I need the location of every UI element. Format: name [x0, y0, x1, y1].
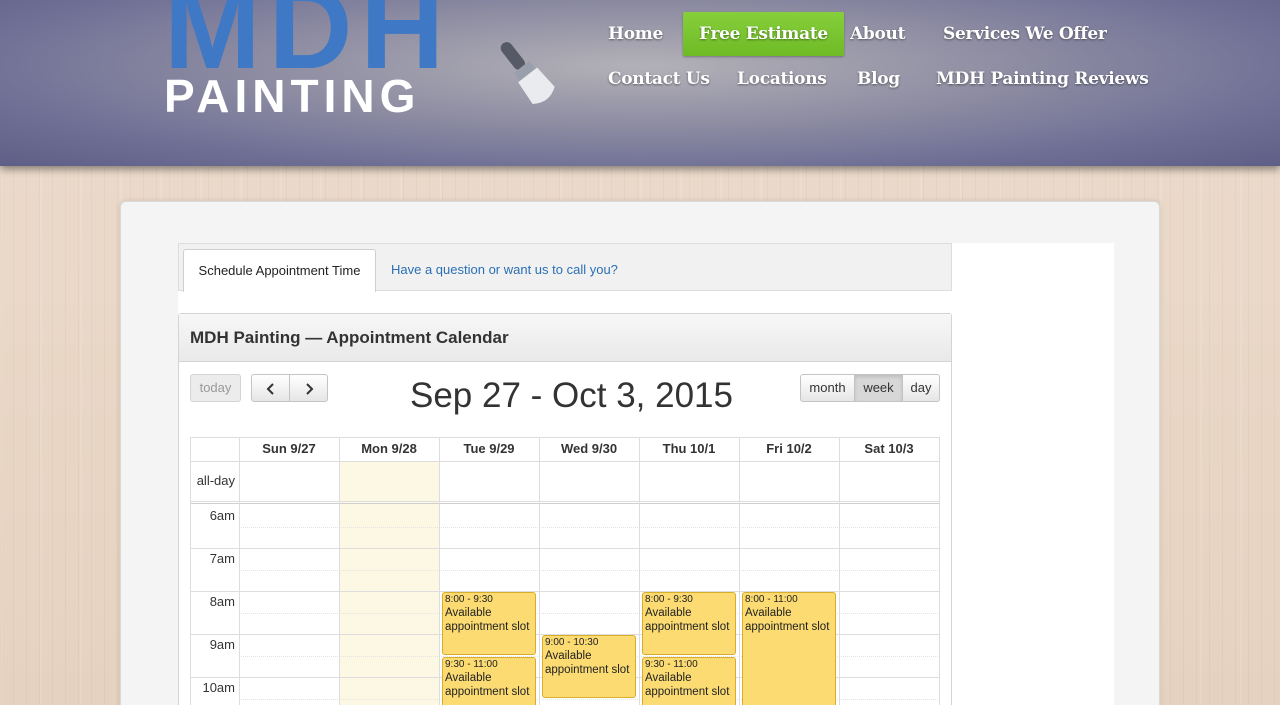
today-column-highlight — [340, 461, 439, 705]
event-time: 9:30 - 11:00 — [445, 658, 498, 670]
event-slot[interactable]: 8:00 - 9:30 Available appointment slot — [442, 592, 536, 655]
grid-column-line — [739, 437, 740, 705]
next-button[interactable] — [289, 374, 328, 402]
nav-reviews[interactable]: MDH Painting Reviews — [920, 57, 1164, 101]
event-title: Available appointment slot — [645, 671, 730, 698]
day-header[interactable]: Sun 9/27 — [239, 437, 339, 461]
event-time: 8:00 - 11:00 — [745, 594, 798, 605]
nav-contact-us[interactable]: Contact Us — [592, 57, 726, 101]
day-header[interactable]: Thu 10/1 — [639, 437, 739, 461]
event-time: 9:30 - 11:00 — [645, 658, 698, 670]
event-title: Available appointment slot — [545, 650, 630, 676]
time-label: 6am — [209, 508, 235, 523]
event-slot[interactable]: 8:00 - 9:30 Available appointment slot — [642, 592, 736, 655]
grid-column-line — [839, 437, 840, 705]
event-time: 9:00 - 10:30 — [545, 637, 599, 648]
prev-button[interactable] — [251, 374, 290, 402]
day-header[interactable]: Tue 9/29 — [439, 437, 539, 461]
day-header[interactable]: Mon 9/28 — [339, 437, 439, 461]
grid-column-line — [639, 437, 640, 705]
event-slot[interactable]: 9:30 - 11:00 Available appointment slot — [442, 656, 536, 705]
event-title: Available appointment slot — [445, 671, 530, 698]
nav-blog[interactable]: Blog — [841, 57, 916, 101]
paintbrush-icon — [500, 42, 555, 104]
view-day-button[interactable]: day — [902, 374, 940, 402]
nav-locations[interactable]: Locations — [721, 57, 843, 101]
grid-line — [190, 501, 940, 502]
day-header[interactable]: Wed 9/30 — [539, 437, 639, 461]
day-header[interactable]: Fri 10/2 — [739, 437, 839, 461]
grid-column-line — [939, 437, 940, 705]
grid-column-line — [539, 437, 540, 705]
half-hour-line — [239, 526, 940, 528]
calendar-panel-header: MDH Painting — Appointment Calendar — [179, 314, 951, 362]
nav-home[interactable]: Home — [592, 12, 679, 56]
tabs-bar: Schedule Appointment Time Have a questio… — [178, 243, 952, 292]
logo-painting-text: PAINTING — [164, 70, 421, 122]
nav-services[interactable]: Services We Offer — [927, 12, 1123, 56]
event-time: 8:00 - 9:30 — [645, 594, 693, 605]
tab-question-call[interactable]: Have a question or want us to call you? — [391, 249, 618, 292]
site-header: MDH PAINTING Home Free Estimate About Se… — [0, 0, 1280, 166]
event-time: 8:00 - 9:30 — [445, 594, 493, 605]
week-grid: 6am 7am 8am 9am 10am Sun 9/27 Mon 9/28 Tue 9/29… — [190, 437, 940, 705]
time-label: 7am — [209, 551, 235, 566]
event-slot[interactable]: 8:00 - 11:00 Available appointment slot — [742, 592, 836, 705]
event-title: Available appointment slot — [745, 607, 830, 633]
allday-separator — [190, 503, 940, 504]
event-title: Available appointment slot — [445, 607, 530, 633]
grid-line — [190, 461, 940, 462]
nav-free-estimate[interactable]: Free Estimate — [683, 12, 844, 56]
calendar-title: MDH Painting — Appointment Calendar — [190, 328, 509, 347]
today-button[interactable]: today — [190, 374, 241, 402]
calendar-date-range: Sep 27 - Oct 3, 2015 — [410, 376, 733, 415]
site-logo[interactable]: MDH PAINTING — [162, 0, 572, 120]
nav-about[interactable]: About — [834, 12, 921, 56]
time-label: 9am — [209, 637, 235, 652]
view-week-button[interactable]: week — [854, 374, 903, 402]
day-header[interactable]: Sat 10/3 — [839, 437, 939, 461]
half-hour-line — [239, 569, 940, 571]
tab-schedule-appointment[interactable]: Schedule Appointment Time — [183, 249, 376, 292]
grid-column-line — [439, 437, 440, 705]
event-slot[interactable]: 9:30 - 11:00 Available appointment slot — [642, 656, 736, 705]
chevron-left-icon — [266, 383, 274, 395]
grid-column-line — [339, 437, 340, 705]
allday-label: all-day — [196, 473, 235, 488]
main-nav: Home Free Estimate About Services We Off… — [590, 12, 1150, 112]
time-label: 10am — [202, 680, 235, 695]
grid-column-line — [239, 437, 240, 705]
time-label: 8am — [209, 594, 235, 609]
hour-line — [190, 548, 940, 549]
view-month-button[interactable]: month — [800, 374, 855, 402]
event-slot[interactable]: 9:00 - 10:30 Available appointment slot — [542, 635, 636, 698]
chevron-right-icon — [305, 383, 313, 395]
event-title: Available appointment slot — [645, 607, 730, 633]
